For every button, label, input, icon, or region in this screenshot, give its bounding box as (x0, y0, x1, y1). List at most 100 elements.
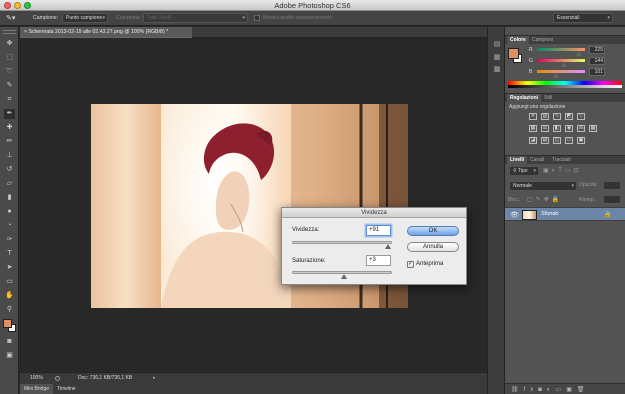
blend-mode-select[interactable]: Normale (509, 181, 577, 191)
layer-filter-icons[interactable]: ▣◐T▭⊡ (543, 167, 582, 174)
invert-adjust-icon[interactable]: ◪ (529, 137, 537, 144)
saturazione-slider-thumb[interactable] (340, 274, 347, 279)
quick-mask-icon[interactable]: ◙ (4, 337, 15, 347)
gradient-tool-icon[interactable]: ▮ (4, 193, 15, 203)
adjustments-panel-header: Regolazioni Stili (505, 93, 625, 103)
brush-tool-icon[interactable]: ✏ (4, 137, 15, 147)
close-document-icon[interactable]: × (24, 29, 27, 35)
black-white-adjust-icon[interactable]: ◧ (553, 125, 561, 132)
marquee-tool-icon[interactable]: ⬚ (4, 53, 15, 63)
eraser-tool-icon[interactable]: ▱ (4, 179, 15, 189)
pen-tool-icon[interactable]: ✑ (4, 235, 15, 245)
close-window-button[interactable] (4, 2, 11, 9)
tab-canali[interactable]: Canali (527, 156, 547, 165)
channel-r-thumb[interactable] (576, 51, 583, 56)
type-tool-icon[interactable]: T (4, 249, 15, 259)
campione-select[interactable]: Punto campione (62, 13, 108, 23)
tools-panel: ✥ ⬚ ➰ ✎ ⌗ ✒ ✚ ✏ ⊥ ↺ ▱ ▮ ● ◔ ✑ T ➤ ▭ ✋ ⚲ … (0, 27, 19, 394)
healing-brush-tool-icon[interactable]: ✚ (4, 123, 15, 133)
tab-tracciati[interactable]: Tracciati (549, 156, 574, 165)
channel-r-value[interactable]: 225 (589, 46, 605, 54)
clone-stamp-tool-icon[interactable]: ⊥ (4, 151, 15, 161)
levels-adjust-icon[interactable]: ▥ (541, 113, 549, 120)
selective-color-adjust-icon[interactable]: ▣ (577, 137, 585, 144)
zoom-window-button[interactable] (24, 2, 31, 9)
ok-button[interactable]: OK (407, 226, 459, 236)
tab-campioni[interactable]: Campioni (529, 36, 556, 45)
move-tool-icon[interactable]: ✥ (4, 39, 15, 49)
curves-adjust-icon[interactable]: ∿ (553, 113, 561, 120)
anteprima-checkbox[interactable]: ✓ (407, 261, 414, 268)
history-brush-tool-icon[interactable]: ↺ (4, 165, 15, 175)
channel-g-thumb[interactable] (560, 62, 567, 67)
exposure-adjust-icon[interactable]: ◩ (565, 113, 573, 120)
quick-selection-tool-icon[interactable]: ✎ (4, 81, 15, 91)
tab-colore[interactable]: Colore (507, 36, 529, 45)
tab-stili[interactable]: Stili (541, 94, 555, 103)
layer-name[interactable]: Sfondo (541, 211, 558, 217)
tab-timeline[interactable]: Timeline (53, 384, 80, 394)
channel-b-label: B (529, 69, 533, 75)
threshold-adjust-icon[interactable]: ◫ (553, 137, 561, 144)
tab-regolazioni[interactable]: Regolazioni (507, 94, 542, 103)
layer-filter-select[interactable]: ⚲ Tipo (509, 166, 539, 176)
photo-filter-adjust-icon[interactable]: ◉ (565, 125, 573, 132)
color-balance-adjust-icon[interactable]: ⚖ (541, 125, 549, 132)
anello-checkbox[interactable] (254, 15, 260, 21)
shape-tool-icon[interactable]: ▭ (4, 277, 15, 287)
channel-b-thumb[interactable] (553, 73, 560, 78)
layer-row[interactable]: 👁 Sfondo 🔒 (505, 207, 625, 221)
hue-saturation-adjust-icon[interactable]: ▦ (529, 125, 537, 132)
channel-row-b: B 101 (527, 68, 625, 78)
history-panel-icon[interactable]: ▤ (492, 40, 502, 50)
tab-mini-bridge[interactable]: Mini Bridge (20, 384, 54, 394)
document-tab[interactable]: × Schermata 2013-02-19 alle 02.43.27.png… (20, 27, 192, 38)
foreground-swatch-top[interactable] (508, 48, 519, 59)
eyedropper-tool-preset-icon[interactable]: ✎▾ (6, 14, 18, 23)
channel-b-value[interactable]: 101 (589, 68, 605, 76)
eyedropper-tool-icon[interactable]: ✒ (4, 109, 15, 119)
layers-footer-icons[interactable]: ⛓fx◙◐▭▣🗑 (511, 386, 590, 393)
minimize-window-button[interactable] (14, 2, 21, 9)
crop-tool-icon[interactable]: ⌗ (4, 95, 15, 105)
channel-g-value[interactable]: 144 (589, 57, 605, 65)
lasso-tool-icon[interactable]: ➰ (4, 67, 15, 77)
vibrance-adjust-icon[interactable]: ▽ (577, 113, 585, 120)
grayscale-ramp[interactable] (508, 85, 622, 88)
zoom-tool-icon[interactable]: ⚲ (4, 305, 15, 315)
channel-mixer-adjust-icon[interactable]: ⁂ (577, 125, 585, 132)
campione2-label: Campione: (116, 15, 142, 21)
document-title: Schermata 2013-02-19 alle 02.43.27.png @… (28, 29, 169, 35)
saturazione-input[interactable]: +3 (366, 255, 391, 266)
vividezza-slider[interactable] (292, 241, 392, 244)
options-bar: ✎▾ Campione: Punto campione Campione: Tu… (0, 11, 625, 26)
brightness-adjust-icon[interactable]: ☀ (529, 113, 537, 120)
vividezza-slider-thumb[interactable] (384, 244, 391, 249)
visibility-eye-icon[interactable]: 👁 (510, 211, 519, 219)
path-selection-tool-icon[interactable]: ➤ (4, 263, 15, 273)
tab-livelli[interactable]: Livelli (507, 156, 528, 165)
vividezza-input[interactable]: +91 (366, 225, 391, 236)
dodge-tool-icon[interactable]: ◔ (4, 221, 15, 231)
fill-input[interactable] (603, 195, 621, 204)
workspace-select[interactable]: Essenziali (553, 13, 613, 23)
foreground-color-box[interactable] (3, 319, 12, 328)
info-panel-icon[interactable]: ▩ (492, 65, 502, 75)
channel-g-label: G (529, 58, 533, 64)
tools-grip[interactable] (3, 30, 16, 34)
blur-tool-icon[interactable]: ● (4, 207, 15, 217)
hand-tool-icon[interactable]: ✋ (4, 291, 15, 301)
properties-panel-icon[interactable]: ▦ (492, 53, 502, 63)
status-options-icon[interactable] (55, 376, 60, 381)
color-lookup-adjust-icon[interactable]: ▦ (589, 125, 597, 132)
campione2-select[interactable]: Tutti i livelli (143, 13, 248, 23)
layer-filter-value: Tipo (517, 168, 528, 174)
lock-icons[interactable]: ▢✎✥🔒 (527, 196, 562, 203)
annulla-button[interactable]: Annulla (407, 242, 459, 252)
screen-mode-icon[interactable]: ▣ (4, 351, 15, 361)
channel-b-slider[interactable] (537, 70, 585, 73)
opacity-input[interactable] (603, 181, 621, 190)
panel-dock-icons: ▤ ▦ ▩ (487, 27, 505, 394)
posterize-adjust-icon[interactable]: ▤ (541, 137, 549, 144)
gradient-map-adjust-icon[interactable]: ▭ (565, 137, 573, 144)
